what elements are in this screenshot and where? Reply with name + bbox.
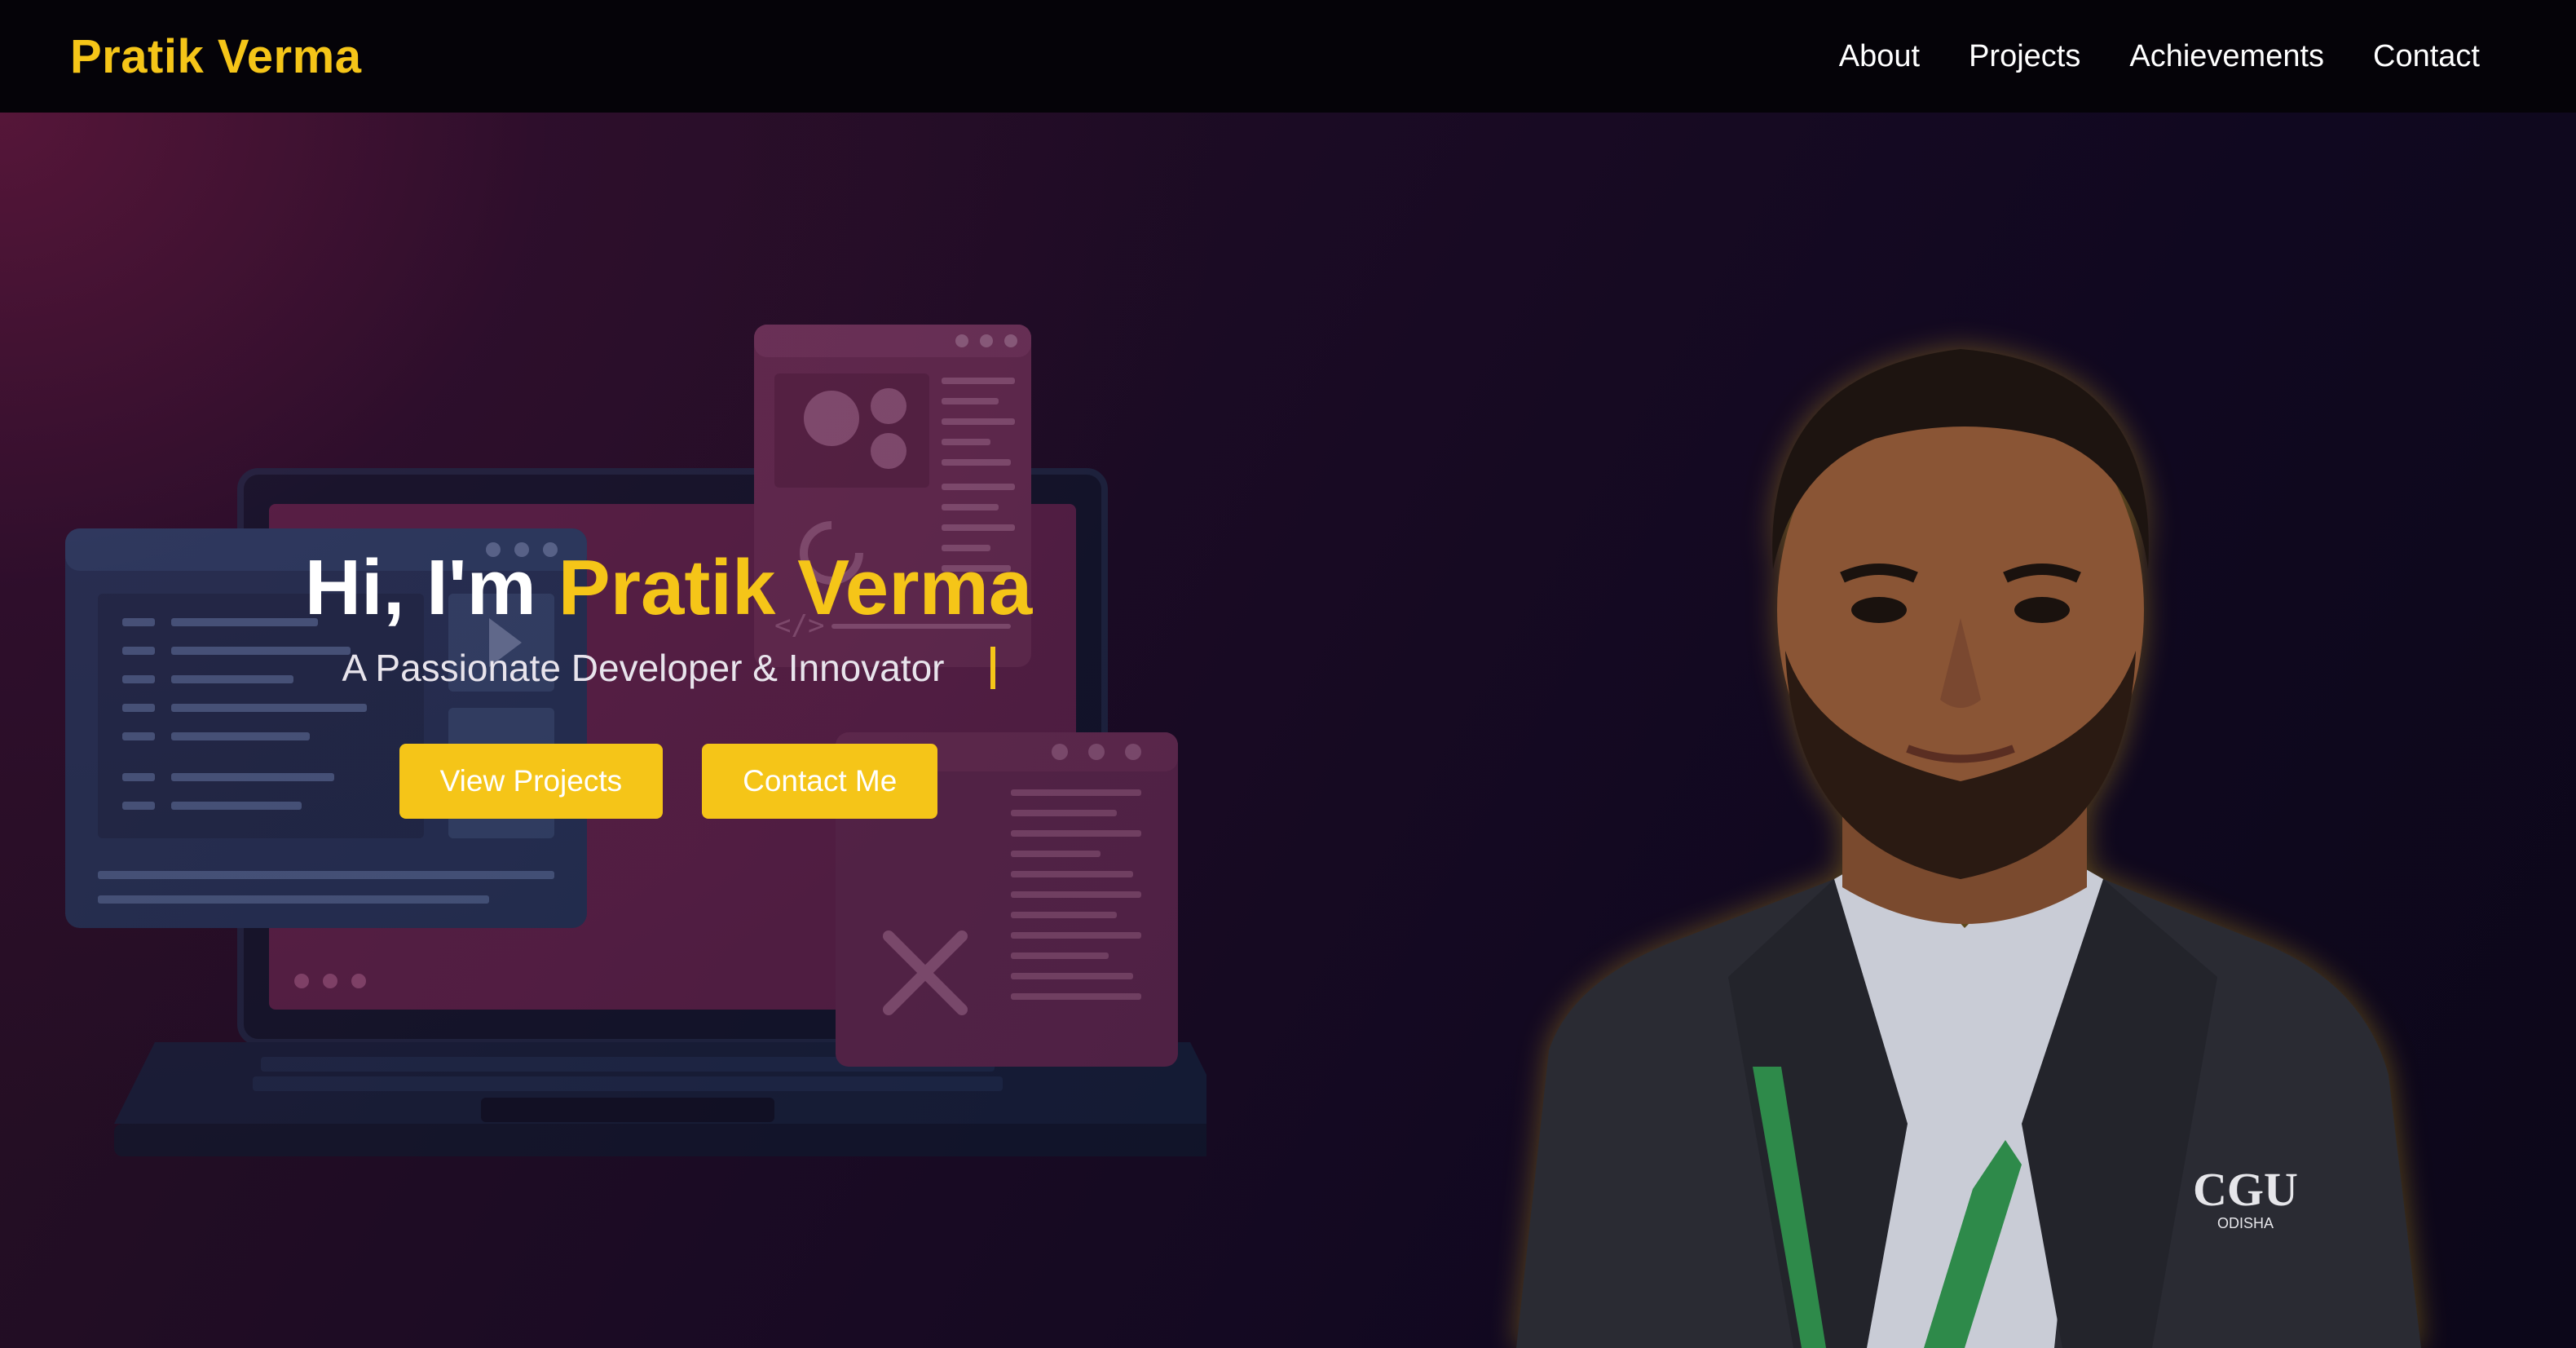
hero-section: </> CGU ODISHA Hi, I'm Pratik Verma A Pa… [0,113,2576,1348]
hero-content: Hi, I'm Pratik Verma A Passionate Develo… [0,545,1337,819]
profile-photo: CGU ODISHA [1516,349,2421,1348]
hero-actions: View Projects Contact Me [0,743,1337,819]
typing-cursor [990,646,995,689]
portfolio-page: Pratik Verma About Projects Achievements… [0,0,2576,1348]
hero-subtitle-wrap: A Passionate Developer & Innovator [342,646,995,690]
navbar: Pratik Verma About Projects Achievements… [0,0,2576,113]
view-projects-button[interactable]: View Projects [399,743,664,819]
photo-badge: CGU [2193,1163,2298,1216]
contact-me-button[interactable]: Contact Me [702,743,938,819]
hero-name: Pratik Verma [558,544,1033,631]
nav-link-achievements[interactable]: Achievements [2129,39,2324,74]
hero-subtitle: A Passionate Developer & Innovator [342,646,945,689]
nav-link-projects[interactable]: Projects [1969,39,2080,74]
nav-link-contact[interactable]: Contact [2373,39,2480,74]
hero-greeting: Hi, I'm [304,544,536,631]
nav-links: About Projects Achievements Contact [1839,39,2480,74]
hero-title: Hi, I'm Pratik Verma [0,545,1337,631]
photo-badge-sub: ODISHA [2217,1215,2274,1231]
brand-logo[interactable]: Pratik Verma [70,29,361,84]
nav-link-about[interactable]: About [1839,39,1920,74]
